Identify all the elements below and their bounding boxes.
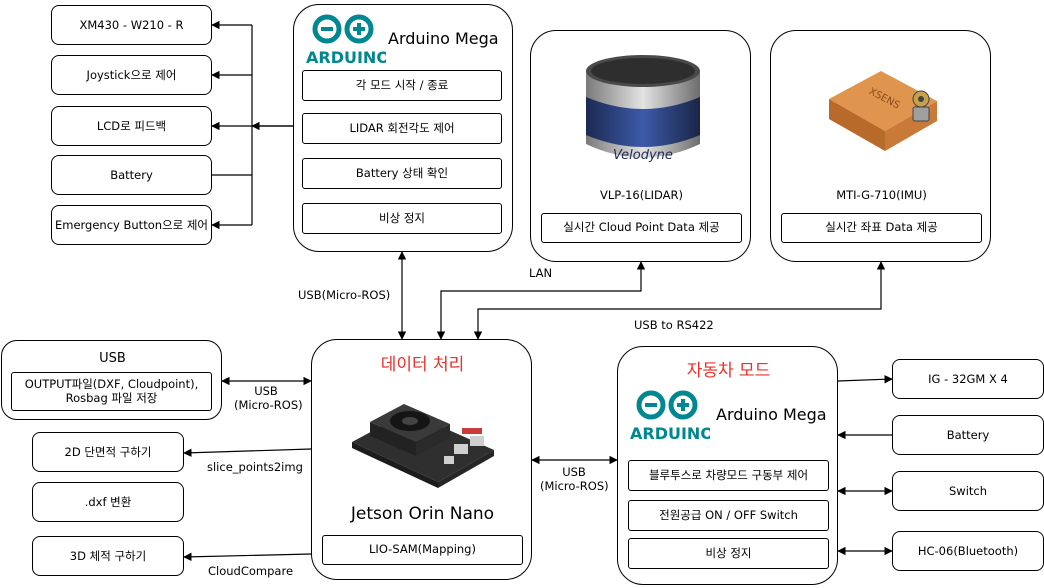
- lidar-item: 실시간 Cloud Point Data 제공: [541, 213, 742, 243]
- imu-panel: XSENS MTI-G-710(IMU) 실시간 좌표 Data 제공: [770, 30, 991, 262]
- arduino-wordmark: ARDUINO: [630, 424, 710, 443]
- car-arduino-title: Arduino Mega: [716, 405, 827, 424]
- arduino-wordmark: ARDUINO: [306, 48, 386, 67]
- usb-storage-panel: USB OUTPUT파일(DXF, Cloudpoint), Rosbag 파일…: [1, 340, 222, 420]
- arduino-mega-title: Arduino Mega: [388, 29, 499, 48]
- right-item-battery: Battery: [892, 415, 1044, 455]
- imu-caption: MTI-G-710(IMU): [836, 188, 927, 202]
- label-usb-left: USB (Micro-ROS): [234, 384, 303, 413]
- left-item-xm430: XM430 - W210 - R: [51, 5, 212, 45]
- jetson-item: LIO-SAM(Mapping): [322, 535, 523, 565]
- car-mode-header: 자동차 모드: [686, 361, 771, 381]
- lidar-sensor-icon: Velodyne: [586, 55, 700, 163]
- mega-item-mode: 각 모드 시작 / 종료: [302, 70, 502, 101]
- imu-sensor-icon: XSENS: [829, 71, 937, 151]
- arduino-mega-top: ARDUINO Arduino Mega 각 모드 시작 / 종료 LIDAR …: [293, 4, 513, 252]
- right-item-hc06: HC-06(Bluetooth): [892, 531, 1044, 571]
- label-usb-right-line1: USB: [562, 465, 586, 479]
- lidar-panel: Velodyne VLP-16(LIDAR) 실시간 Cloud Point D…: [530, 30, 751, 262]
- imu-item: 실시간 좌표 Data 제공: [781, 213, 982, 243]
- label-usb-right: USB (Micro-ROS): [540, 465, 609, 494]
- car-item-bluetooth: 블루투스로 차량모드 구동부 제어: [628, 460, 829, 491]
- mega-item-lidar: LIDAR 회전각도 제어: [302, 113, 502, 144]
- jetson-panel: 데이터 처리 Jetson Orin Nano LIO-SAM(Mapping): [311, 339, 532, 580]
- label-usb-left-line2: (Micro-ROS): [234, 397, 303, 412]
- label-usb-right-line2: (Micro-ROS): [540, 478, 609, 493]
- mega-item-battery: Battery 상태 확인: [302, 158, 502, 189]
- label-usb-micro-ros-top: USB(Micro-ROS): [298, 288, 391, 302]
- right-item-switch: Switch: [892, 471, 1044, 511]
- jetson-header: 데이터 처리: [380, 355, 465, 375]
- car-item-power: 전원공급 ON / OFF Switch: [628, 500, 829, 531]
- mega-item-estop: 비상 정지: [302, 203, 502, 234]
- right-item-motor: IG - 32GM X 4: [892, 359, 1044, 399]
- label-usb-rs422: USB to RS422: [634, 318, 714, 332]
- jetson-board-icon: [352, 404, 494, 488]
- arduino-logo-icon: ARDUINO: [306, 14, 386, 67]
- usb-storage-item: OUTPUT파일(DXF, Cloudpoint), Rosbag 파일 저장: [11, 372, 212, 411]
- jetson-name: Jetson Orin Nano: [350, 504, 495, 524]
- left-item-battery: Battery: [51, 155, 212, 195]
- label-slice: slice_points2img: [207, 460, 303, 474]
- label-usb-left-line1: USB: [254, 384, 278, 398]
- output-2d-area: 2D 단면적 구하기: [32, 432, 184, 472]
- car-mode-panel: 자동차 모드 ARDUINO Arduino Mega 블루투스로 차량모드 구…: [617, 346, 838, 585]
- left-item-joystick: Joystick으로 제어: [51, 55, 212, 95]
- label-cloudcompare: CloudCompare: [208, 564, 294, 578]
- output-3d-volume: 3D 체적 구하기: [32, 536, 184, 576]
- arduino-logo-icon: ARDUINO: [630, 390, 710, 443]
- lidar-caption: VLP-16(LIDAR): [599, 188, 684, 202]
- left-item-lcd: LCD로 피드백: [51, 106, 212, 146]
- label-lan: LAN: [529, 266, 553, 280]
- output-dxf: .dxf 변환: [32, 482, 184, 522]
- usb-storage-title: USB: [99, 351, 126, 366]
- left-item-emergency: Emergency Button으로 제어: [51, 205, 212, 245]
- car-item-estop: 비상 정지: [628, 538, 829, 569]
- velodyne-brand: Velodyne: [613, 148, 673, 163]
